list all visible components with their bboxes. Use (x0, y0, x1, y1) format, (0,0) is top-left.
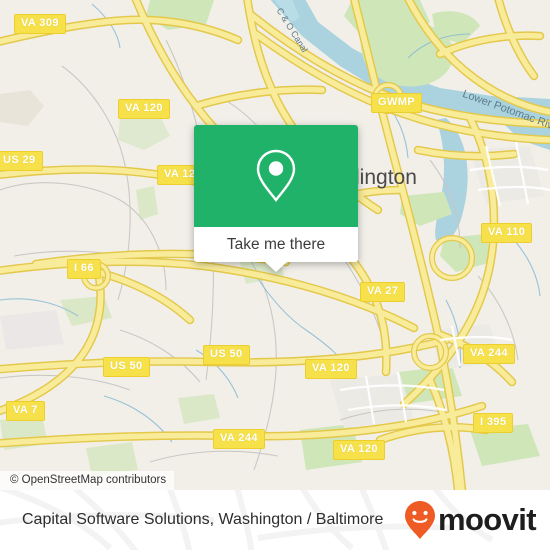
road-shield-va-120-center[interactable]: VA 120 (305, 359, 357, 379)
road-shield-va-244-east[interactable]: VA 244 (463, 344, 515, 364)
road-shield-va-120-south[interactable]: VA 120 (333, 440, 385, 460)
road-shield-va-120-north[interactable]: VA 120 (118, 99, 170, 119)
road-shield-va-309[interactable]: VA 309 (14, 14, 66, 34)
road-shield-us-29[interactable]: US 29 (0, 151, 43, 171)
take-me-there-label: Take me there (226, 235, 326, 253)
osm-attribution[interactable]: © OpenStreetMap contributors (0, 471, 175, 490)
road-shield-us-50-center[interactable]: US 50 (203, 345, 250, 365)
road-shield-i-66[interactable]: I 66 (67, 259, 101, 279)
road-shield-gwmp[interactable]: GWMP (371, 93, 423, 113)
road-shield-va-7[interactable]: VA 7 (6, 401, 45, 421)
page-title: Capital Software Solutions, Washington /… (22, 511, 384, 528)
moovit-smiley-pin-icon (404, 501, 435, 539)
road-shield-va-110[interactable]: VA 110 (481, 223, 533, 243)
location-callout-card[interactable]: Take me there (194, 125, 358, 272)
road-shield-va-27[interactable]: VA 27 (360, 282, 406, 302)
road-shield-us-50-west[interactable]: US 50 (103, 357, 150, 377)
map-canvas[interactable]: VA 309 VA 120 US 29 VA 12 GWMP VA 110 I … (0, 0, 550, 490)
map-pin-icon (256, 149, 296, 202)
road-shield-i-395[interactable]: I 395 (473, 413, 514, 433)
callout-action-area[interactable]: Take me there (194, 227, 358, 272)
moovit-brand: moovit (403, 500, 537, 540)
footer-bar: Capital Software Solutions, Washington /… (0, 490, 550, 550)
callout-tail (265, 262, 287, 272)
road-shield-va-244-west[interactable]: VA 244 (213, 429, 265, 449)
moovit-wordmark: moovit (437, 502, 537, 537)
map-screenshot-root: VA 309 VA 120 US 29 VA 12 GWMP VA 110 I … (0, 0, 550, 550)
callout-icon-area (194, 125, 358, 227)
